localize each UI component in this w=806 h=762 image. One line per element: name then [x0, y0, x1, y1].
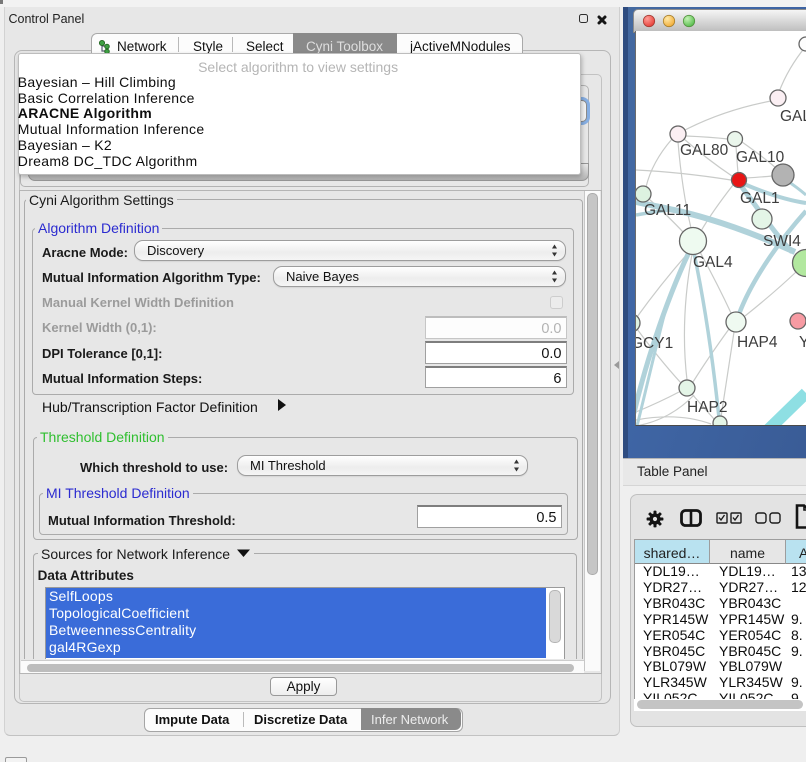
svg-text:GAL2: GAL2 — [780, 108, 806, 125]
svg-text:GAL10: GAL10 — [736, 149, 785, 166]
svg-text:GAL1: GAL1 — [740, 190, 780, 207]
svg-text:GAL80: GAL80 — [680, 142, 729, 159]
svg-text:HAP2: HAP2 — [687, 399, 728, 416]
svg-text:GAL11: GAL11 — [644, 202, 691, 219]
svg-text:HAP4: HAP4 — [737, 334, 778, 351]
svg-text:GAL4: GAL4 — [693, 254, 733, 271]
svg-text:YM: YM — [799, 334, 806, 351]
svg-text:GCY1: GCY1 — [636, 335, 673, 352]
svg-text:SWI4: SWI4 — [763, 233, 801, 250]
